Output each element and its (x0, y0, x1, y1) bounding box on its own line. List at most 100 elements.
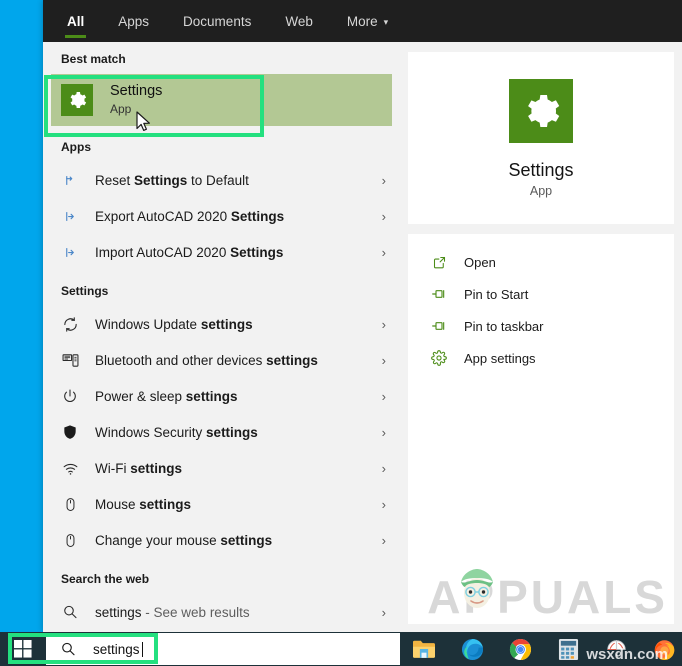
tab-apps[interactable]: Apps (116, 2, 151, 40)
weather-umbrella-icon[interactable] (592, 632, 640, 666)
best-match-text-block: Settings App (110, 83, 162, 116)
chevron-right-icon[interactable]: › (376, 425, 386, 440)
chevron-right-icon[interactable]: › (376, 605, 386, 620)
best-match-subtitle: App (110, 102, 132, 117)
section-heading-search-the-web: Search the web (61, 572, 150, 586)
result-row-wifi-settings[interactable]: Wi-Fi settings › (43, 450, 400, 486)
result-label: settings - See web results (95, 604, 250, 620)
tab-more-label: More (346, 14, 378, 29)
result-row-bluetooth-and-other-devices-settings[interactable]: Bluetooth and other devices settings › (43, 342, 400, 378)
power-icon (61, 387, 79, 405)
tab-web-label: Web (285, 14, 313, 29)
desktop-background (0, 0, 43, 632)
tab-more[interactable]: More ▾ (345, 2, 390, 40)
search-results-body: Best match Settings App Apps Reset Setti… (43, 42, 682, 632)
result-label: Wi-Fi settings (95, 460, 182, 476)
windows-logo-icon (14, 640, 32, 658)
best-match-item-settings[interactable]: Settings App (51, 74, 392, 126)
results-list-pane: Best match Settings App Apps Reset Setti… (43, 42, 400, 632)
taskbar-search-box[interactable]: settings (46, 633, 400, 665)
search-icon (60, 641, 76, 657)
sync-icon (61, 315, 79, 333)
section-heading-apps: Apps (61, 140, 91, 154)
action-app-settings[interactable]: App settings (408, 342, 674, 374)
result-label: Export AutoCAD 2020 Settings (95, 208, 285, 224)
tab-all[interactable]: All (65, 2, 87, 40)
gear-icon (509, 78, 573, 143)
app-preview-subtitle: App (529, 183, 553, 198)
result-label: Reset Settings to Default (95, 172, 249, 188)
result-label: Windows Update settings (95, 316, 253, 332)
result-label: Windows Security settings (95, 424, 258, 440)
search-flyout-panel: All Apps Documents Web More ▾ Best match (43, 0, 682, 632)
microsoft-edge-icon[interactable] (448, 632, 496, 666)
tab-apps-label: Apps (118, 14, 150, 29)
calculator-icon[interactable] (544, 632, 592, 666)
result-row-windows-update-settings[interactable]: Windows Update settings › (43, 306, 400, 342)
windows-taskbar: settings wsxdn.com (0, 632, 682, 666)
mouse-icon (61, 531, 79, 549)
firefox-icon[interactable] (640, 632, 682, 666)
autocad-reset-icon (61, 171, 79, 189)
chevron-right-icon[interactable]: › (376, 497, 386, 512)
best-match-title: Settings (110, 83, 163, 100)
taskbar-pinned-apps (400, 632, 682, 666)
result-row-windows-security-settings[interactable]: Windows Security settings › (43, 414, 400, 450)
search-icon (61, 603, 79, 621)
app-preview-pane: Settings App Open Pin to Start Pin to ta… (400, 42, 682, 632)
chevron-right-icon[interactable]: › (376, 173, 386, 188)
shield-icon (61, 423, 79, 441)
app-actions-list: Open Pin to Start Pin to taskbar App set… (408, 234, 674, 624)
section-heading-best-match: Best match (61, 52, 126, 66)
action-open[interactable]: Open (408, 246, 674, 278)
action-open-label: Open (464, 254, 496, 270)
app-preview-title: Settings (508, 159, 574, 180)
action-pin-to-taskbar[interactable]: Pin to taskbar (408, 310, 674, 342)
chevron-down-icon: ▾ (383, 16, 389, 27)
tab-documents[interactable]: Documents (181, 2, 253, 40)
action-pin-to-taskbar-label: Pin to taskbar (464, 318, 544, 334)
result-row-power-and-sleep-settings[interactable]: Power & sleep settings › (43, 378, 400, 414)
tab-web[interactable]: Web (283, 2, 315, 40)
result-label: Import AutoCAD 2020 Settings (95, 244, 284, 260)
chevron-right-icon[interactable]: › (376, 317, 386, 332)
taskbar-search-input-value[interactable]: settings (93, 641, 143, 657)
result-row-mouse-settings[interactable]: Mouse settings › (43, 486, 400, 522)
result-row-import-autocad-settings[interactable]: Import AutoCAD 2020 Settings › (43, 234, 400, 270)
chevron-right-icon[interactable]: › (376, 209, 386, 224)
wifi-icon (61, 459, 79, 477)
pin-icon (430, 285, 448, 303)
result-label: Power & sleep settings (95, 388, 238, 404)
autocad-import-icon (61, 243, 79, 261)
chevron-right-icon[interactable]: › (376, 353, 386, 368)
result-row-reset-settings-to-default[interactable]: Reset Settings to Default › (43, 162, 400, 198)
tab-documents-label: Documents (183, 14, 252, 29)
chevron-right-icon[interactable]: › (376, 533, 386, 548)
action-app-settings-label: App settings (464, 350, 536, 366)
result-row-change-your-mouse-settings[interactable]: Change your mouse settings › (43, 522, 400, 558)
result-row-export-autocad-settings[interactable]: Export AutoCAD 2020 Settings › (43, 198, 400, 234)
google-chrome-icon[interactable] (496, 632, 544, 666)
search-filter-tabbar: All Apps Documents Web More ▾ (43, 0, 682, 42)
section-heading-settings: Settings (61, 284, 109, 298)
gear-icon (61, 84, 93, 116)
open-icon (430, 253, 448, 271)
chevron-right-icon[interactable]: › (376, 245, 386, 260)
pin-icon (430, 317, 448, 335)
result-label: Change your mouse settings (95, 532, 273, 548)
chevron-right-icon[interactable]: › (376, 389, 386, 404)
action-pin-to-start-label: Pin to Start (464, 286, 529, 302)
action-pin-to-start[interactable]: Pin to Start (408, 278, 674, 310)
result-label: Bluetooth and other devices settings (95, 352, 318, 368)
devices-icon (61, 351, 79, 369)
chevron-right-icon[interactable]: › (376, 461, 386, 476)
app-preview-card: Settings App (408, 52, 674, 224)
result-label: Mouse settings (95, 496, 192, 512)
file-explorer-icon[interactable] (400, 632, 448, 666)
result-row-web-search-settings[interactable]: settings - See web results › (43, 594, 400, 630)
mouse-icon (61, 495, 79, 513)
start-button[interactable] (0, 632, 46, 666)
autocad-export-icon (61, 207, 79, 225)
gear-outline-icon (430, 349, 448, 367)
tab-all-label: All (67, 14, 85, 29)
